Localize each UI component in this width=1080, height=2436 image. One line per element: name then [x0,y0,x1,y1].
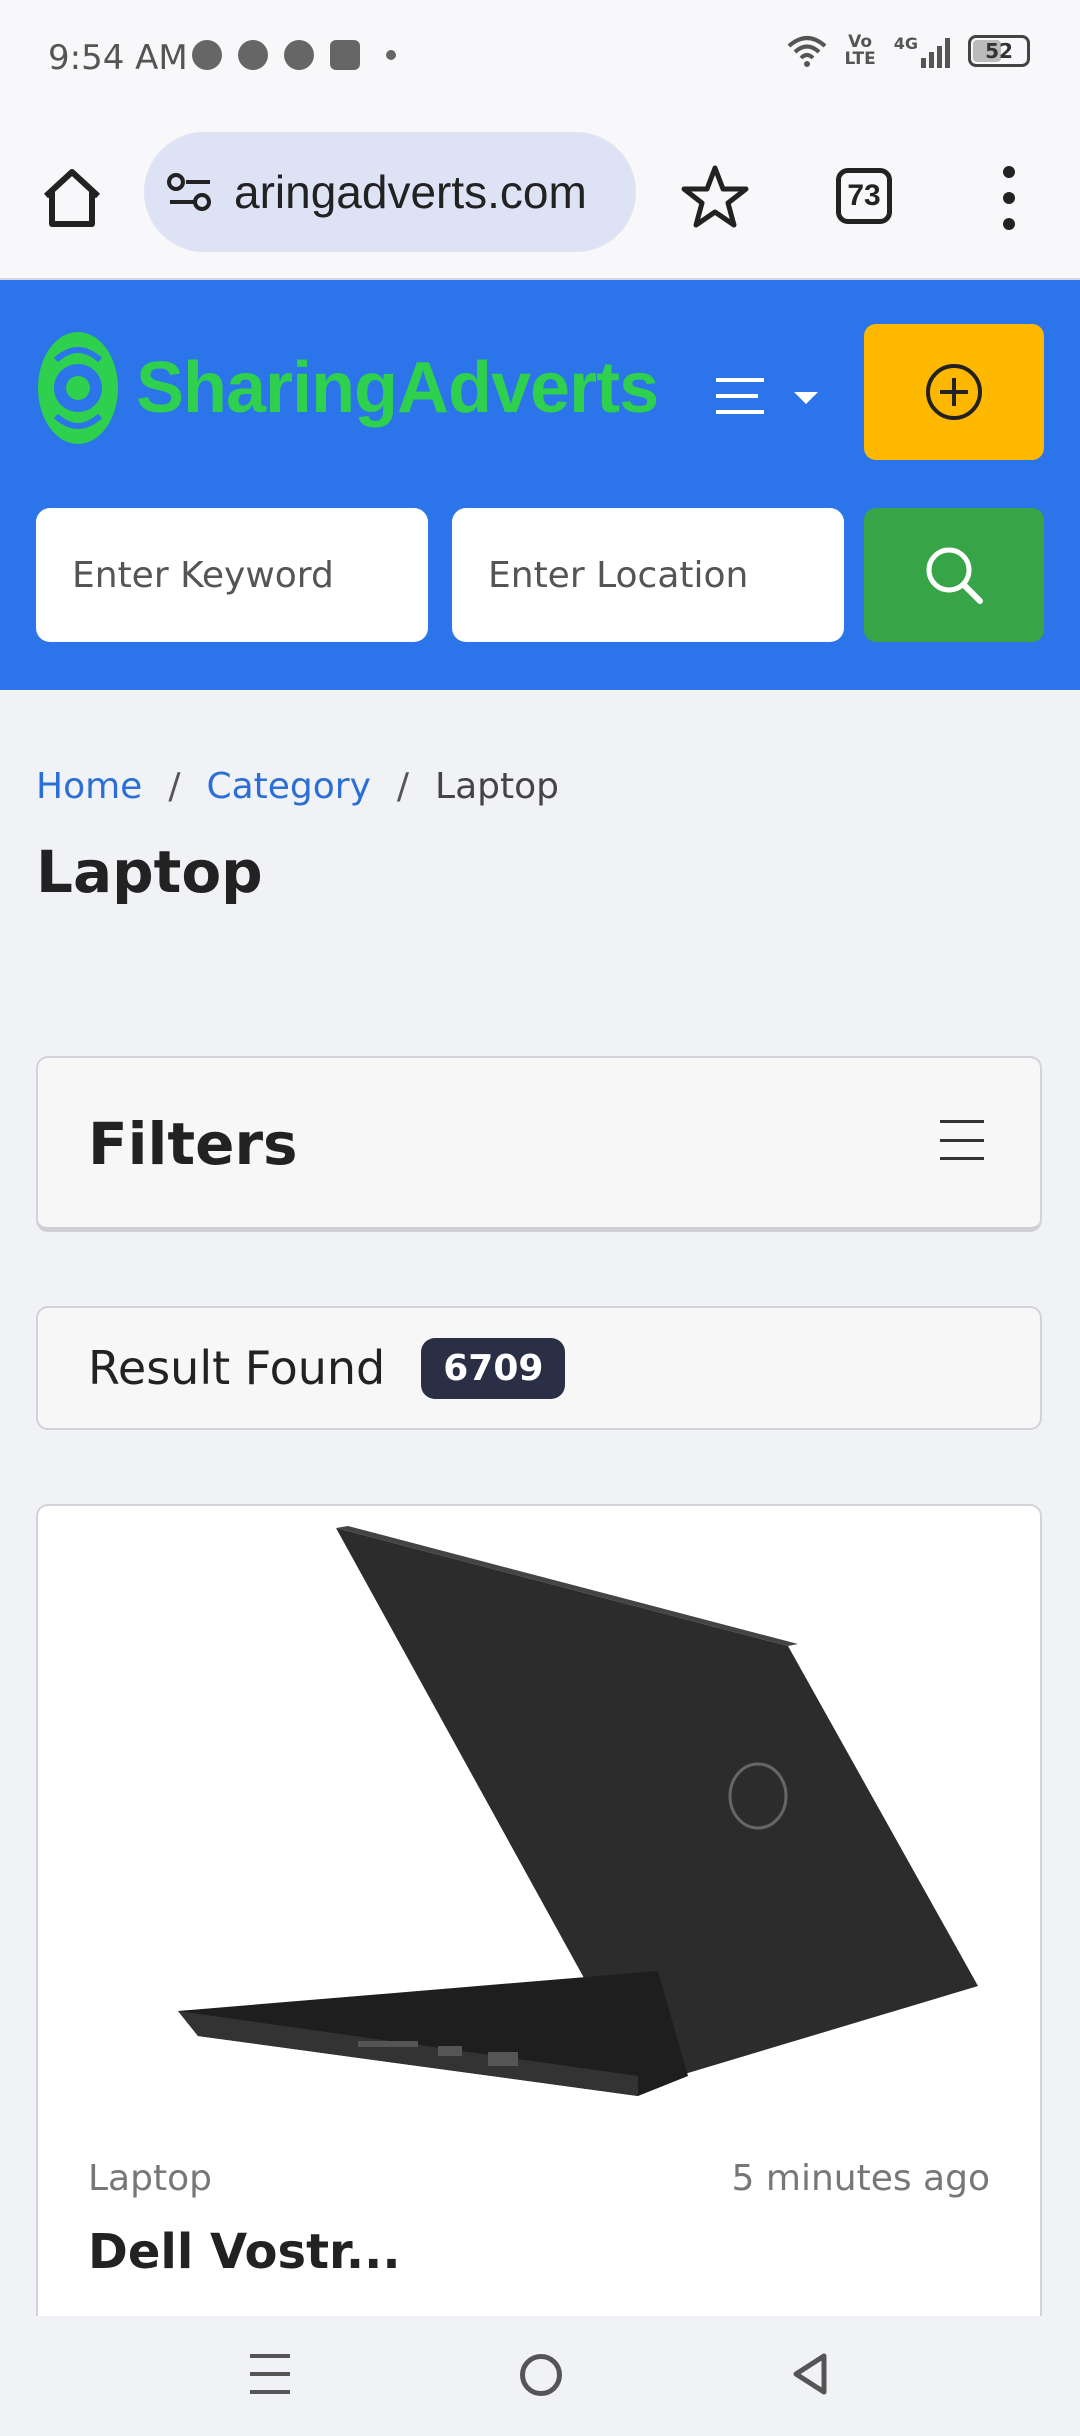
search-button[interactable] [864,508,1044,642]
status-time: 9:54 AM [48,38,188,78]
recents-icon[interactable] [250,2354,290,2394]
logo-icon [38,332,118,444]
more-notifications-icon [386,50,396,60]
site-header: SharingAdverts [0,280,1080,690]
breadcrumb-current: Laptop [435,766,560,807]
site-settings-icon[interactable] [166,172,214,212]
plus-circle-icon [926,364,982,420]
system-icons: Vo LTE 4G 52 [787,32,1030,69]
result-label: Result Found [88,1341,386,1395]
signal-icon: 4G [894,34,950,68]
more-vert-icon[interactable] [994,166,1024,230]
notification-icons [192,40,396,70]
nav-menu-icon[interactable] [712,368,822,428]
keyword-input[interactable] [36,508,428,642]
breadcrumb-home[interactable]: Home [36,766,142,807]
browser-toolbar: aringadverts.com 73 [0,118,1080,280]
volte-indicator: Vo LTE [844,32,876,69]
location-input[interactable] [452,508,844,642]
filters-title: Filters [88,1110,298,1178]
battery-icon: 52 [968,35,1030,67]
listing-category: Laptop [88,2158,212,2199]
site-logo[interactable]: SharingAdverts [36,330,659,446]
url-text[interactable]: aringadverts.com [234,165,587,219]
messenger-icon [192,40,222,70]
laptop-image[interactable] [98,1516,998,2116]
wifi-icon [787,36,826,67]
listing-card[interactable]: Laptop 5 minutes ago Dell Vostr... [36,1504,1042,2436]
result-summary: Result Found 6709 [36,1306,1042,1430]
snapchat-icon [238,40,268,70]
result-count-badge: 6709 [421,1337,566,1399]
logo-text: SharingAdverts [136,348,659,428]
app-icon [330,40,360,70]
hamburger-icon[interactable] [940,1120,984,1160]
breadcrumb-category[interactable]: Category [206,766,370,807]
address-bar[interactable]: aringadverts.com [144,132,636,252]
search-icon [926,547,983,604]
system-nav-bar [0,2316,1080,2436]
tabs-button[interactable]: 73 [836,168,892,224]
back-icon[interactable] [786,2350,834,2398]
battery-level: 52 [985,39,1013,63]
add-listing-button[interactable] [864,324,1044,460]
home-icon[interactable] [38,164,106,232]
breadcrumb: Home / Category / Laptop [36,766,559,807]
filters-panel[interactable]: Filters [36,1056,1042,1232]
page-title: Laptop [36,838,263,906]
home-circle-icon[interactable] [520,2354,562,2396]
listing-title[interactable]: Dell Vostr... [88,2224,401,2280]
status-bar: 9:54 AM Vo LTE 4G 52 [0,0,1080,118]
person-add-icon [284,40,314,70]
breadcrumb-separator: / [396,766,410,807]
star-icon[interactable] [680,162,750,232]
listing-time: 5 minutes ago [731,2158,990,2199]
breadcrumb-separator: / [168,766,181,807]
